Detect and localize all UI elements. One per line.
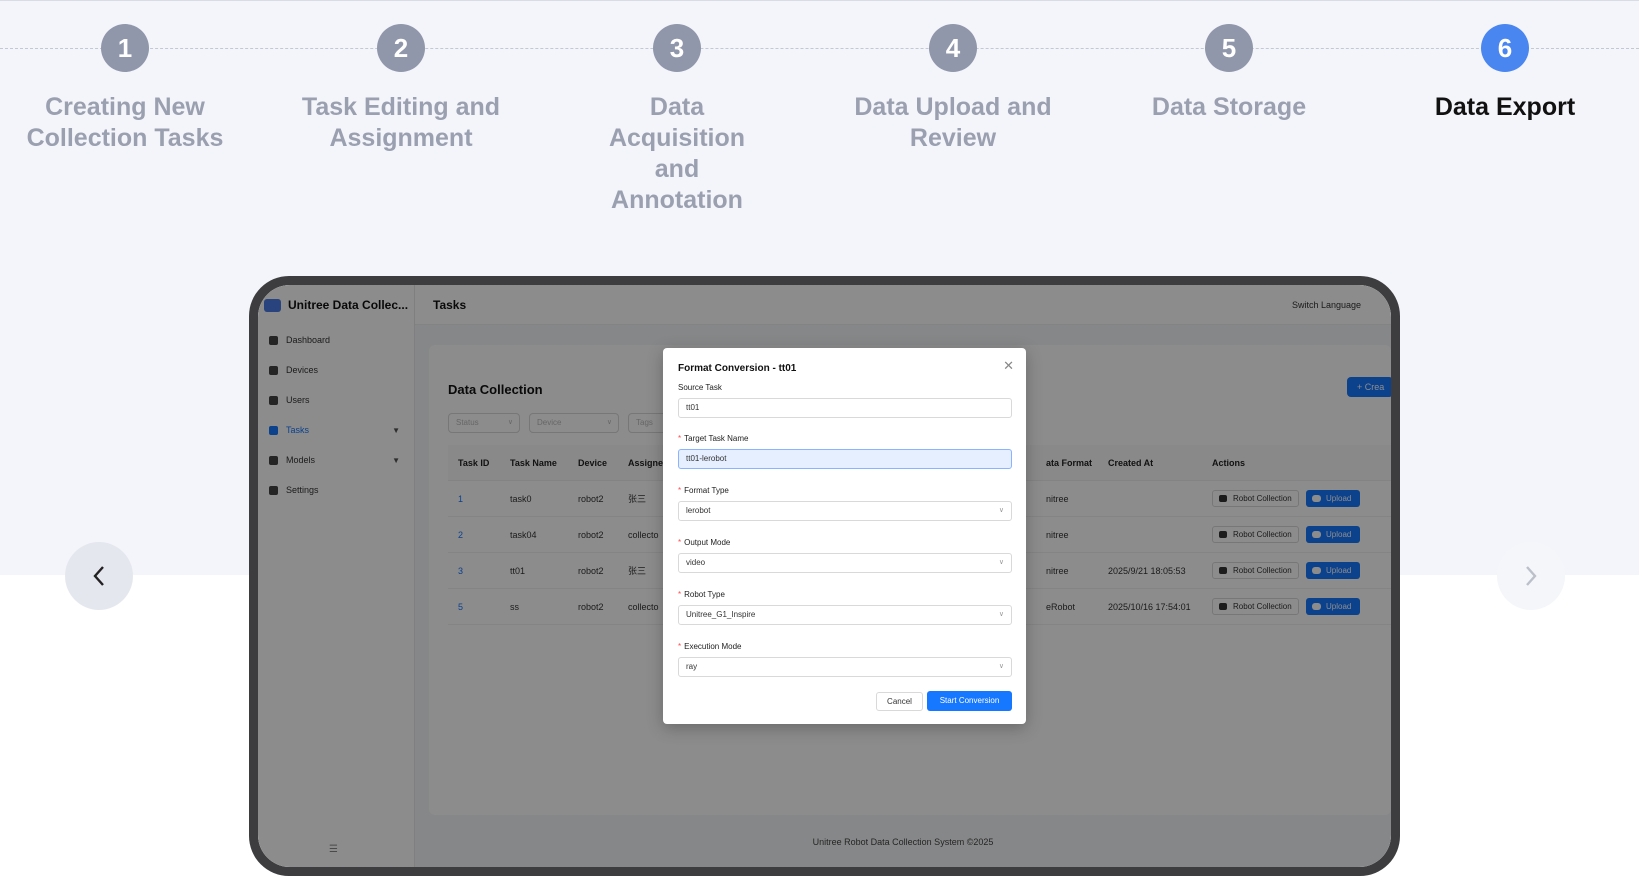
output-mode-label: * Output Mode [678, 538, 730, 547]
step-number: 6 [1481, 24, 1529, 72]
execution-mode-label: * Execution Mode [678, 642, 742, 651]
format-conversion-dialog: Format Conversion - tt01 ✕ Source Task t… [663, 348, 1026, 724]
execution-mode-select[interactable]: ray ∨ [678, 657, 1012, 677]
label-text: Output Mode [684, 538, 731, 547]
select-value: ray [686, 662, 698, 671]
chevron-down-icon: ∨ [998, 663, 1004, 670]
step-number: 4 [929, 24, 977, 72]
robot-type-label: * Robot Type [678, 590, 725, 599]
step-number: 2 [377, 24, 425, 72]
format-type-select[interactable]: lerobot ∨ [678, 501, 1012, 521]
format-type-label: * Format Type [678, 486, 729, 495]
carousel-prev-button[interactable] [65, 542, 133, 610]
chevron-down-icon: ∨ [998, 507, 1004, 514]
source-task-input[interactable]: tt01 [678, 398, 1012, 418]
input-value: tt01 [686, 403, 700, 412]
chevron-right-icon [1526, 566, 1537, 586]
input-value: tt01-lerobot [686, 454, 727, 463]
select-value: video [686, 558, 706, 567]
target-name-input[interactable]: tt01-lerobot [678, 449, 1012, 469]
required-mark: * [678, 590, 682, 599]
step-label: Data Export [1434, 93, 1576, 121]
step-label: Data Upload and Review [854, 93, 1052, 152]
step-label: Data Storage [1151, 93, 1307, 121]
steps-connector [0, 48, 1639, 49]
select-value: Unitree_G1_Inspire [686, 610, 756, 619]
carousel-next-button[interactable] [1497, 542, 1565, 610]
chevron-down-icon: ∨ [998, 559, 1004, 566]
target-name-label: * Target Task Name [678, 434, 748, 443]
chevron-down-icon: ∨ [998, 611, 1004, 618]
step-5[interactable]: 5 Data Storage [1129, 24, 1329, 123]
required-mark: * [678, 486, 682, 495]
step-number: 3 [653, 24, 701, 72]
select-value: lerobot [686, 506, 711, 515]
step-number: 5 [1205, 24, 1253, 72]
step-6[interactable]: 6 Data Export [1405, 24, 1605, 123]
device-frame: Unitree Data Collec... Dashboard Devices… [249, 276, 1400, 876]
label-text: Source Task [678, 383, 722, 392]
cancel-button[interactable]: Cancel [876, 692, 923, 711]
chevron-left-icon [93, 566, 104, 586]
step-label: Creating New Collection Tasks [26, 93, 224, 152]
required-mark: * [678, 434, 682, 443]
close-icon[interactable]: ✕ [1003, 358, 1014, 374]
label-text: Format Type [684, 486, 729, 495]
step-3[interactable]: 3 Data Acquisition and Annotation [577, 24, 777, 216]
step-4[interactable]: 4 Data Upload and Review [853, 24, 1053, 154]
label-text: Target Task Name [684, 434, 749, 443]
step-2[interactable]: 2 Task Editing and Assignment [301, 24, 501, 154]
app-screen: Unitree Data Collec... Dashboard Devices… [258, 285, 1391, 867]
step-number: 1 [101, 24, 149, 72]
label-text: Robot Type [684, 590, 725, 599]
required-mark: * [678, 642, 682, 651]
step-1[interactable]: 1 Creating New Collection Tasks [25, 24, 225, 154]
required-mark: * [678, 538, 682, 547]
robot-type-select[interactable]: Unitree_G1_Inspire ∨ [678, 605, 1012, 625]
step-label: Data Acquisition and Annotation [608, 93, 746, 214]
start-conversion-button[interactable]: Start Conversion [927, 691, 1012, 711]
source-task-label: Source Task [678, 383, 722, 392]
step-label: Task Editing and Assignment [301, 93, 501, 152]
label-text: Execution Mode [684, 642, 742, 651]
dialog-title: Format Conversion - tt01 [678, 363, 797, 374]
output-mode-select[interactable]: video ∨ [678, 553, 1012, 573]
